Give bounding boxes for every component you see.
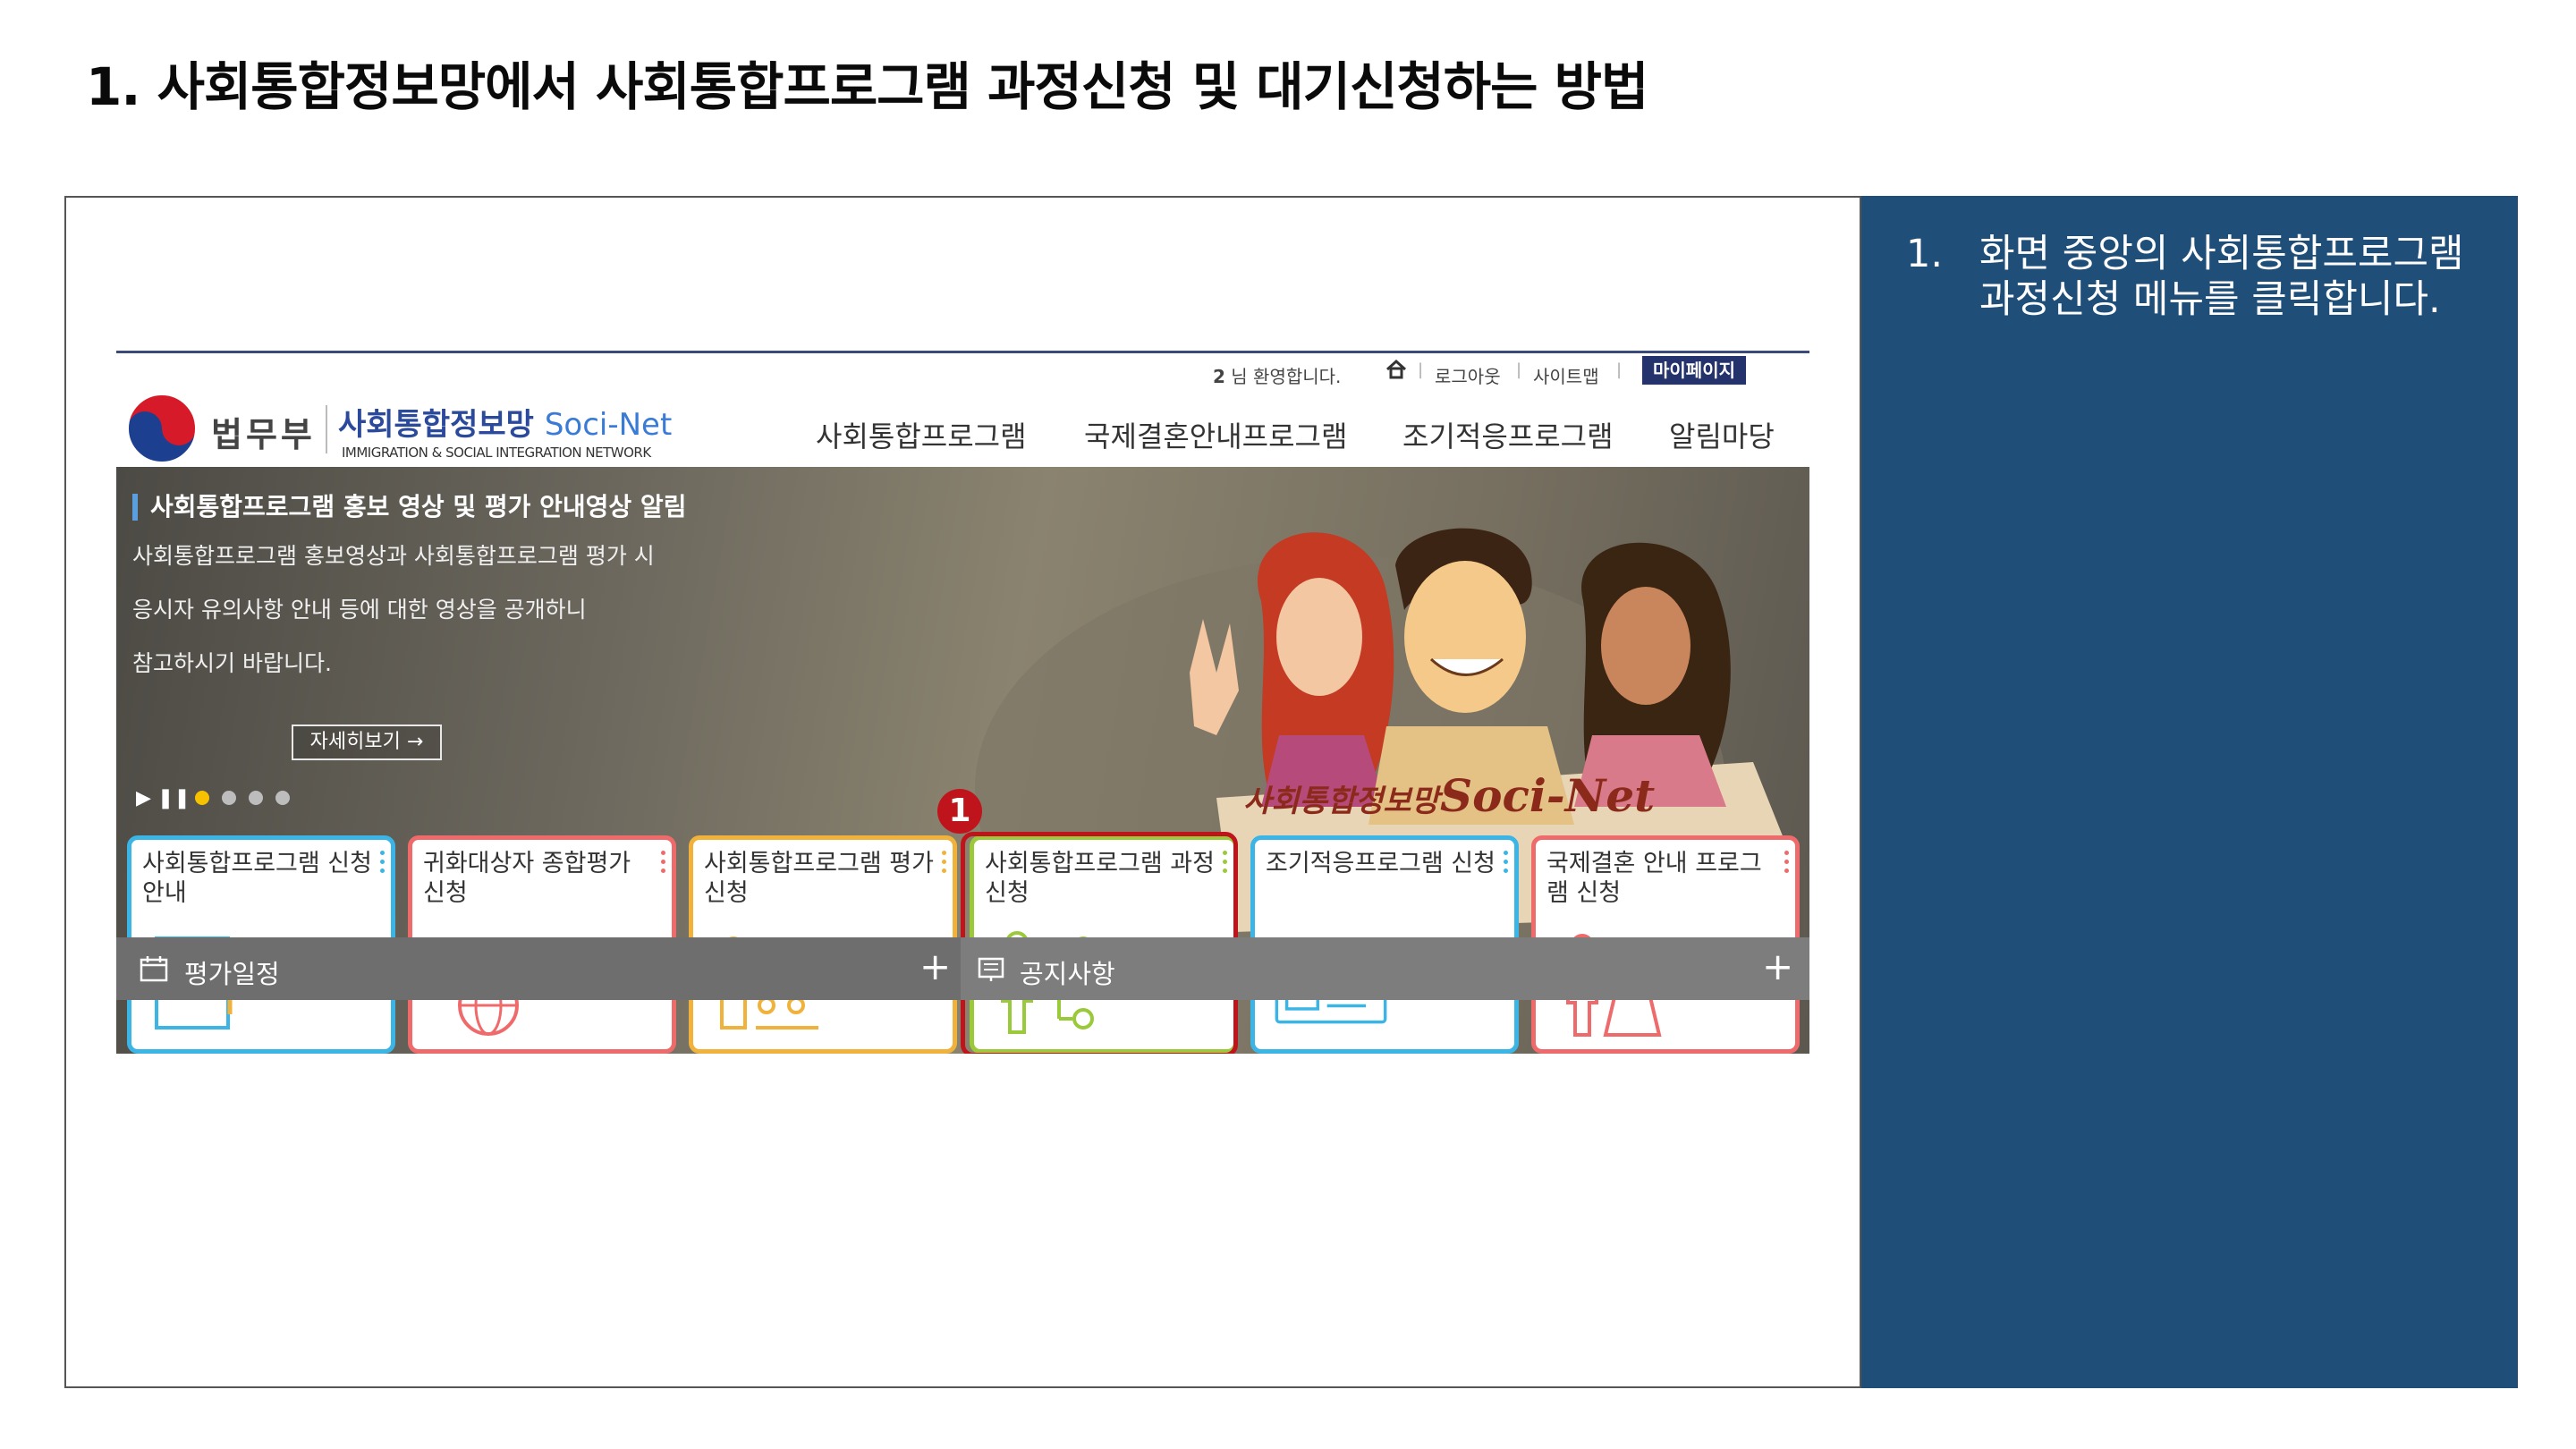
card-title: 귀화대상자 종합평가 신청	[423, 850, 631, 907]
evaluation-schedule-label[interactable]: 평가일정	[184, 953, 280, 991]
socinet-website: 2 님 환영합니다. | 로그아웃 | 사이트맵 | 마이페이지 법무부 사회통…	[116, 351, 1809, 1054]
card-title: 사회통합프로그램 평가신청	[704, 850, 934, 907]
mypage-button[interactable]: 마이페이지	[1642, 356, 1746, 385]
slide-dot-active[interactable]	[195, 791, 209, 805]
sitemap-link[interactable]: 사이트맵	[1533, 362, 1599, 388]
card-menu-icon[interactable]	[942, 851, 947, 877]
welcome-count: 2	[1213, 366, 1225, 387]
bottom-bar: 평가일정 + 공지사항 +	[116, 937, 1809, 1000]
logo-divider	[326, 405, 327, 453]
slide-title: 1. 사회통합정보망에서 사회통합프로그램 과정신청 및 대기신청하는 방법	[86, 56, 1648, 117]
separator: |	[1616, 360, 1623, 379]
site-header: 법무부 사회통합정보망 Soci-Net IMMIGRATION & SOCIA…	[116, 389, 1809, 467]
brand-subtitle: IMMIGRATION & SOCIAL INTEGRATION NETWORK	[342, 445, 651, 461]
brand-ko: 사회통합정보망	[338, 407, 534, 443]
calendar-icon	[140, 956, 168, 982]
utility-bar: 2 님 환영합니다. | 로그아웃 | 사이트맵 | 마이페이지	[116, 353, 1809, 389]
notices-section: 공지사항 +	[961, 937, 1809, 1000]
notice-line: 사회통합프로그램 홍보영상과 사회통합프로그램 평가 시	[132, 543, 655, 569]
ministry-name: 법무부	[211, 415, 316, 454]
nav-social-integration[interactable]: 사회통합프로그램	[816, 414, 1027, 455]
card-menu-icon[interactable]	[661, 851, 666, 877]
nav-marriage-program[interactable]: 국제결혼안내프로그램	[1084, 414, 1347, 455]
notices-more-button[interactable]: +	[1762, 945, 1793, 988]
nav-early-adaptation[interactable]: 조기적응프로그램	[1402, 414, 1614, 455]
notices-label[interactable]: 공지사항	[1020, 953, 1115, 991]
card-title: 조기적응프로그램 신청	[1266, 850, 1496, 877]
separator: |	[1418, 360, 1424, 379]
slide-dot[interactable]	[275, 791, 290, 805]
card-menu-icon[interactable]	[380, 851, 386, 877]
step-number: 1.	[1906, 232, 1944, 276]
notice-line: 참고하시기 바랍니다.	[132, 650, 332, 676]
step-text: 화면 중앙의 사회통합프로그램 과정신청 메뉴를 클릭합니다.	[1979, 232, 2464, 322]
slide-dot[interactable]	[222, 791, 236, 805]
card-menu-icon[interactable]	[1784, 851, 1790, 877]
notice-board-icon	[978, 957, 1004, 981]
welcome-text: 님 환영합니다.	[1231, 366, 1342, 387]
brand-en: Soci-Net	[544, 407, 673, 443]
play-pause-control[interactable]: ▶ ❚❚	[136, 787, 191, 809]
step-marker: 1	[937, 789, 982, 834]
home-icon[interactable]	[1385, 359, 1408, 380]
site-brand[interactable]: 사회통합정보망 Soci-Net	[338, 400, 672, 444]
nav-notices[interactable]: 알림마당	[1669, 414, 1775, 455]
logout-link[interactable]: 로그아웃	[1435, 362, 1501, 388]
notice-title[interactable]: 사회통합프로그램 홍보 영상 및 평가 안내영상 알림	[132, 494, 686, 521]
hero-signature-ko: 사회통합정보망	[1243, 784, 1444, 819]
separator: |	[1516, 360, 1522, 379]
more-details-button[interactable]: 자세히보기 →	[292, 724, 442, 760]
notice-line: 응시자 유의사항 안내 등에 대한 영상을 공개하니	[132, 597, 587, 623]
schedule-more-button[interactable]: +	[919, 945, 951, 988]
taegeuk-emblem-icon[interactable]	[125, 392, 199, 465]
instruction-step: 1. 화면 중앙의 사회통합프로그램 과정신청 메뉴를 클릭합니다.	[1906, 232, 2482, 323]
welcome-message: 2 님 환영합니다.	[1213, 362, 1341, 388]
card-title: 사회통합프로그램 신청안내	[142, 850, 372, 907]
card-menu-icon[interactable]	[1504, 851, 1509, 877]
instruction-panel: 1. 화면 중앙의 사회통합프로그램 과정신청 메뉴를 클릭합니다.	[1861, 196, 2518, 1388]
hero-signature-en: Soci-Net	[1440, 769, 1655, 822]
slide-dot[interactable]	[249, 791, 263, 805]
card-title: 국제결혼 안내 프로그램 신청	[1546, 850, 1762, 907]
